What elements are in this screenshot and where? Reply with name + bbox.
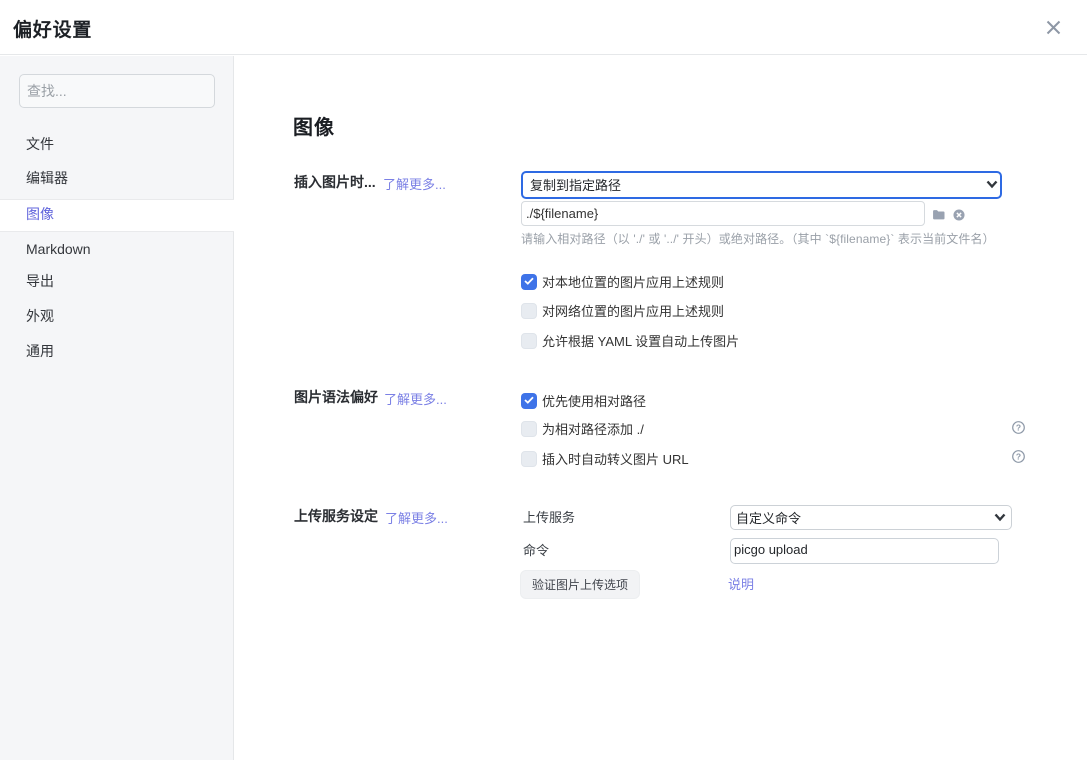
svg-text:?: ? — [1016, 422, 1021, 432]
svg-text:?: ? — [1016, 451, 1021, 461]
